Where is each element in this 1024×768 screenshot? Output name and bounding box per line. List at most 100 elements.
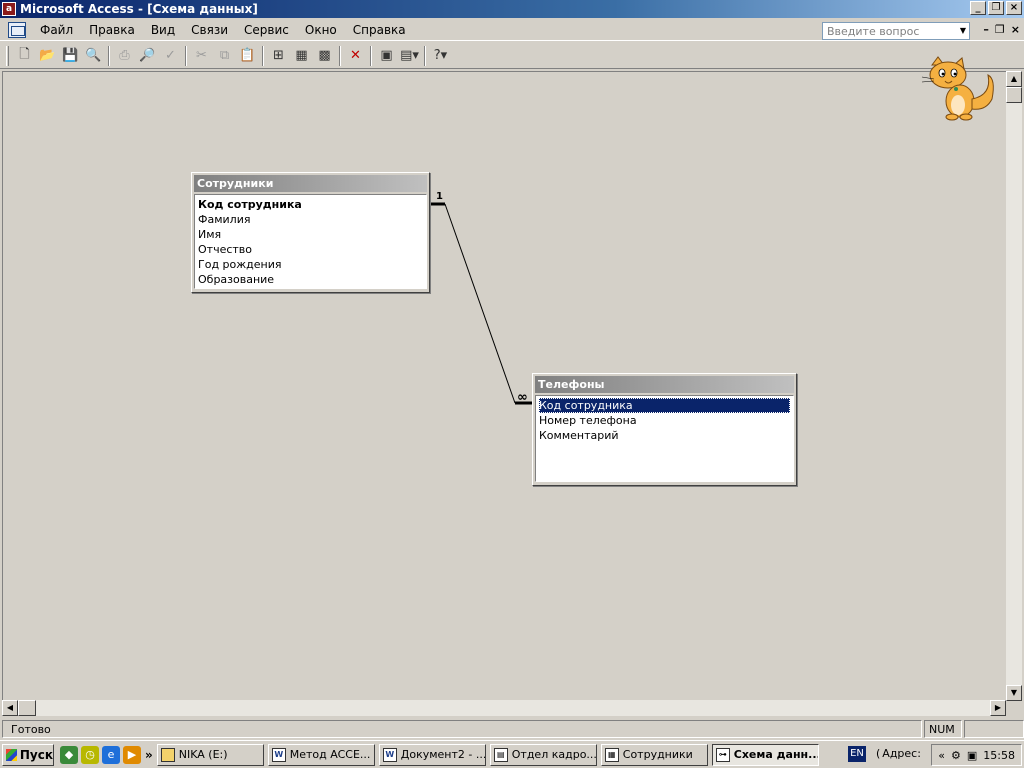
field-phone-number[interactable]: Номер телефона [539,413,790,428]
relationships-canvas[interactable]: 1 ∞ Сотрудники Код сотрудника Фамилия Им… [2,71,1006,700]
ask-question-dropdown-icon[interactable]: ▼ [957,23,969,39]
toolbar-grip[interactable] [6,45,9,66]
preview-icon[interactable]: 🔎 [136,45,159,67]
toolbar-separator [424,45,426,66]
relationship-one-label: 1 [436,191,443,202]
field-patronymic[interactable]: Отчество [198,242,423,257]
relationships-icon: ⊶ [715,747,730,762]
task-method-access[interactable]: W Метод ACCE... [267,743,375,766]
scroll-up-icon[interactable]: ▲ [1006,71,1022,87]
office-assistant-cat-icon[interactable] [918,55,1002,121]
mdi-close-button[interactable]: × [1011,23,1020,36]
vertical-scrollbar[interactable]: ▲ ▼ [1006,71,1022,701]
show-table-icon[interactable]: ⊞ [267,45,290,67]
quick-launch-chevron[interactable]: » [145,748,153,762]
status-empty-cell [964,720,1024,738]
task-data-schema[interactable]: ⊶ Схема данн... [711,743,819,766]
mdi-restore-button[interactable]: ❐ [995,23,1005,36]
menu-file[interactable]: Файл [32,23,81,37]
minimize-button[interactable]: _ [970,1,986,15]
mdi-minimize-button[interactable]: – [983,23,989,36]
menu-edit[interactable]: Правка [81,23,143,37]
field-education[interactable]: Образование [198,272,423,287]
relationship-lines: 1 ∞ [429,191,533,405]
menu-window[interactable]: Окно [297,23,345,37]
table-phones-title[interactable]: Телефоны [535,376,794,393]
scroll-down-icon[interactable]: ▼ [1006,685,1022,701]
system-tray: « ⚙ ▣ 15:58 [931,744,1022,766]
table-icon: ▦ [604,747,619,762]
copy-icon[interactable]: ⧉ [213,45,236,67]
print-icon[interactable]: ⎙ [113,45,136,67]
tray-chevron[interactable]: « [938,749,945,762]
field-employee-code[interactable]: Код сотрудника [198,197,423,212]
toolbar-separator [108,45,110,66]
relationship-line [444,203,516,404]
field-phone-employee-code[interactable]: Код сотрудника [539,398,790,413]
toolbar-separator [339,45,341,66]
print-preview-icon[interactable]: 🔍 [82,45,105,67]
field-birth-year[interactable]: Год рождения [198,257,423,272]
task-nika-drive[interactable]: NIKA (E:) [156,743,264,766]
start-button[interactable]: Пуск [2,743,54,766]
language-indicator[interactable]: EN [848,746,866,762]
toolbar-separator [262,45,264,66]
toolbar-separator [185,45,187,66]
help-icon[interactable]: ?▾ [429,45,452,67]
status-bar: Готово NUM [0,719,1024,739]
field-last-name[interactable]: Фамилия [198,212,423,227]
vertical-scroll-thumb[interactable] [1006,87,1022,103]
new-icon[interactable]: 🗋 [13,45,36,67]
field-comment[interactable]: Комментарий [539,428,790,443]
task-employees[interactable]: ▦ Сотрудники [600,743,708,766]
scroll-right-icon[interactable]: ▶ [990,700,1006,716]
access-app-icon[interactable]: a [2,2,16,16]
new-object-icon[interactable]: ▤▾ [398,45,421,67]
windows-logo-icon [6,748,17,761]
ask-question-input[interactable]: Введите вопрос [822,22,970,40]
scroll-left-icon[interactable]: ◀ [2,700,18,716]
restore-button[interactable]: ❐ [988,1,1004,15]
quick-launch: ◆ ◷ e ▶ [60,745,141,764]
status-num-indicator: NUM [924,720,962,738]
network-tray-icon[interactable]: ⚙ [951,749,961,762]
horizontal-scroll-thumb[interactable] [18,700,36,716]
task-label: Сотрудники [622,748,693,761]
title-bar: a Microsoft Access - [Схема данных] _ ❐ … [0,0,1024,18]
direct-relationships-icon[interactable]: ▦ [290,45,313,67]
table-employees[interactable]: Сотрудники Код сотрудника Фамилия Имя От… [191,172,430,293]
menu-view[interactable]: Вид [143,23,183,37]
save-icon[interactable]: 💾 [59,45,82,67]
paste-icon[interactable]: 📋 [236,45,259,67]
taskbar: Пуск ◆ ◷ e ▶ » NIKA (E:) W Метод ACCE...… [0,740,1024,768]
table-phones[interactable]: Телефоны Код сотрудника Номер телефона К… [532,373,797,486]
field-first-name[interactable]: Имя [198,227,423,242]
relationships-doc-icon[interactable] [8,21,26,38]
delete-icon[interactable]: ✕ [344,45,367,67]
database-icon: ▤ [493,747,508,762]
menu-help[interactable]: Справка [345,23,414,37]
menu-relationships[interactable]: Связи [183,23,236,37]
table-employees-fields: Код сотрудника Фамилия Имя Отчество Год … [194,194,427,289]
media-player-icon[interactable]: ▶ [123,745,141,764]
task-hr-department[interactable]: ▤ Отдел кадро... [489,743,597,766]
desktop-icon[interactable]: ◆ [60,745,78,764]
task-label: Документ2 - ... [400,748,486,761]
all-relationships-icon[interactable]: ▩ [313,45,336,67]
display-tray-icon[interactable]: ▣ [967,749,977,762]
close-button[interactable]: × [1006,1,1022,15]
clock[interactable]: 15:58 [983,749,1015,762]
task-label: Схема данн... [733,748,819,761]
horizontal-scrollbar[interactable]: ◀ ▶ [2,700,1006,716]
address-toolbar-label[interactable]: (Адрес: [876,747,921,760]
table-employees-title[interactable]: Сотрудники [194,175,427,192]
task-document2[interactable]: W Документ2 - ... [378,743,486,766]
open-icon[interactable]: 📂 [36,45,59,67]
cut-icon[interactable]: ✂ [190,45,213,67]
internet-explorer-icon[interactable]: e [102,745,120,764]
menu-tools[interactable]: Сервис [236,23,297,37]
task-label: Отдел кадро... [511,748,597,761]
database-window-icon[interactable]: ▣ [375,45,398,67]
clock-app-icon[interactable]: ◷ [81,745,99,764]
spelling-icon[interactable]: ✓ [159,45,182,67]
